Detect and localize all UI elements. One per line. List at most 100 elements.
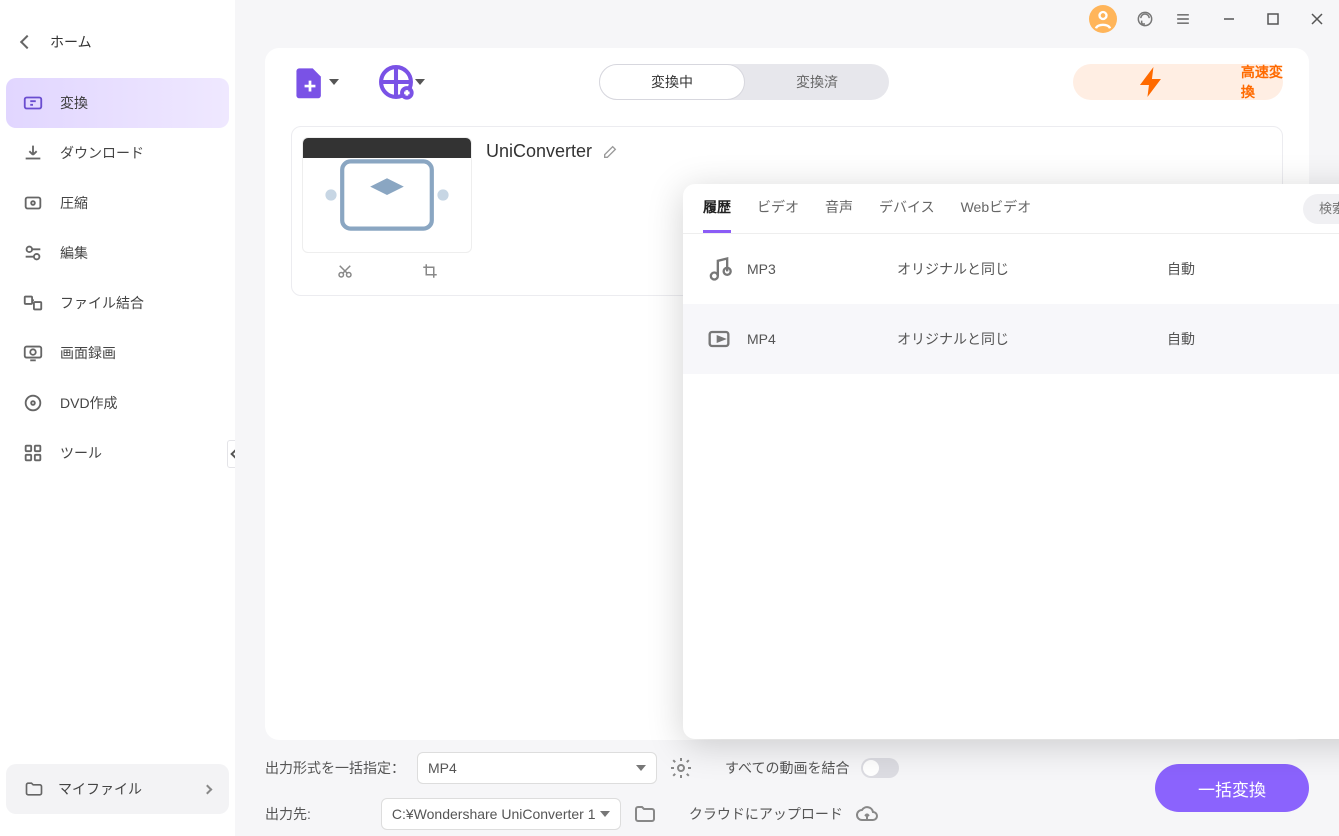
segment-converted[interactable]: 変換済 xyxy=(745,64,889,100)
segment-converting[interactable]: 変換中 xyxy=(599,64,745,100)
format-name: MP3 xyxy=(747,261,897,277)
support-icon[interactable] xyxy=(1135,9,1155,29)
format-auto: 自動 xyxy=(1167,259,1339,279)
myfile-label: マイファイル xyxy=(58,779,142,799)
cloud-upload-icon[interactable] xyxy=(855,802,879,826)
nav-record[interactable]: 画面録画 xyxy=(6,328,229,378)
nav-download[interactable]: ダウンロード xyxy=(6,128,229,178)
avatar[interactable] xyxy=(1089,5,1117,33)
format-row-mp3[interactable]: MP3 オリジナルと同じ 自動 xyxy=(683,234,1339,304)
nav-label: 編集 xyxy=(60,243,88,263)
thumbnail-tools xyxy=(302,253,472,285)
add-file-button[interactable] xyxy=(291,63,329,101)
file-meta: UniConverter xyxy=(486,137,618,285)
format-tab-web[interactable]: Webビデオ xyxy=(961,184,1032,233)
nav-compress[interactable]: 圧縮 xyxy=(6,178,229,228)
segment-label: 変換中 xyxy=(651,72,693,92)
record-icon xyxy=(22,342,44,364)
nav-label: 圧縮 xyxy=(60,193,88,213)
nav-label: 画面録画 xyxy=(60,343,116,363)
close-button[interactable] xyxy=(1309,11,1325,27)
file-title-row: UniConverter xyxy=(486,141,618,162)
dvd-icon xyxy=(22,392,44,414)
convert-icon xyxy=(22,92,44,114)
format-panel: 履歴 ビデオ 音声 デバイス Webビデオ MP3 オリジナルと同じ 自動 MP… xyxy=(683,184,1339,739)
nav-label: DVD作成 xyxy=(60,393,118,413)
cta-label: 一括変換 xyxy=(1198,776,1266,801)
add-url-icon xyxy=(377,63,415,101)
sidebar: ホーム 変換 ダウンロード 圧縮 編集 ファイル結合 画面録画 DVD作成 xyxy=(0,0,235,836)
chevron-right-icon xyxy=(203,784,213,794)
add-file-icon xyxy=(291,63,329,101)
nav-label: ツール xyxy=(60,443,102,463)
open-folder-icon[interactable] xyxy=(633,802,657,826)
output-dest-value: C:¥Wondershare UniConverter 1 xyxy=(392,806,596,822)
tab-label: 履歴 xyxy=(703,197,731,217)
format-tab-history[interactable]: 履歴 xyxy=(703,184,731,233)
output-format-label: 出力形式を一括指定： xyxy=(265,758,405,778)
placeholder-icon xyxy=(303,138,471,252)
folder-icon xyxy=(24,779,44,799)
fast-label: 高速変換 xyxy=(1241,62,1283,102)
format-search-input[interactable] xyxy=(1319,201,1339,216)
home-button[interactable]: ホーム xyxy=(0,14,235,70)
format-auto: 自動 xyxy=(1167,329,1339,349)
format-tab-device[interactable]: デバイス xyxy=(879,184,935,233)
format-name: MP4 xyxy=(747,331,897,347)
format-row-mp4[interactable]: MP4 オリジナルと同じ 自動 xyxy=(683,304,1339,374)
tools-icon xyxy=(22,442,44,464)
download-icon xyxy=(22,142,44,164)
segment-label: 変換済 xyxy=(796,72,838,92)
thumbnail-image[interactable] xyxy=(302,137,472,253)
trim-icon[interactable] xyxy=(336,262,354,280)
video-file-icon xyxy=(705,325,733,353)
format-quality: オリジナルと同じ xyxy=(897,259,1167,279)
output-dest-label: 出力先: xyxy=(265,804,311,824)
convert-all-button[interactable]: 一括変換 xyxy=(1155,764,1309,812)
merge-icon xyxy=(22,292,44,314)
cloud-label: クラウドにアップロード xyxy=(689,804,843,824)
minimize-button[interactable] xyxy=(1221,11,1237,27)
nav-tools[interactable]: ツール xyxy=(6,428,229,478)
add-url-button[interactable] xyxy=(377,63,415,101)
hamburger-icon[interactable] xyxy=(1173,9,1193,29)
output-dest-row: 出力先: C:¥Wondershare UniConverter 1 クラウドに… xyxy=(265,798,1309,830)
merge-toggle[interactable] xyxy=(861,758,899,778)
format-rows: MP3 オリジナルと同じ 自動 MP4 オリジナルと同じ 自動 xyxy=(683,234,1339,739)
file-thumbnail xyxy=(302,137,472,285)
lightning-icon xyxy=(1073,64,1231,100)
titlebar xyxy=(235,0,1339,38)
chevron-left-icon xyxy=(20,35,34,49)
format-tab-video[interactable]: ビデオ xyxy=(757,184,799,233)
edit-icon xyxy=(22,242,44,264)
tab-label: デバイス xyxy=(879,197,935,217)
chevron-down-icon xyxy=(636,765,646,771)
format-quality: オリジナルと同じ xyxy=(897,329,1167,349)
crop-icon[interactable] xyxy=(421,262,439,280)
output-format-select[interactable]: MP4 xyxy=(417,752,657,784)
fast-convert-button[interactable]: 高速変換 xyxy=(1073,64,1283,100)
settings-gear-icon[interactable] xyxy=(669,756,693,780)
format-tabs: 履歴 ビデオ 音声 デバイス Webビデオ xyxy=(683,184,1339,234)
music-note-icon xyxy=(705,255,733,283)
nav-convert[interactable]: 変換 xyxy=(6,78,229,128)
format-search xyxy=(1303,194,1339,224)
nav-edit[interactable]: 編集 xyxy=(6,228,229,278)
format-tab-audio[interactable]: 音声 xyxy=(825,184,853,233)
output-format-value: MP4 xyxy=(428,760,457,776)
nav-merge[interactable]: ファイル結合 xyxy=(6,278,229,328)
nav-label: ファイル結合 xyxy=(60,293,144,313)
maximize-button[interactable] xyxy=(1265,11,1281,27)
file-title: UniConverter xyxy=(486,141,592,162)
nav-dvd[interactable]: DVD作成 xyxy=(6,378,229,428)
nav-label: ダウンロード xyxy=(60,143,144,163)
nav-list: 変換 ダウンロード 圧縮 編集 ファイル結合 画面録画 DVD作成 ツール xyxy=(0,70,235,486)
compress-icon xyxy=(22,192,44,214)
rename-icon[interactable] xyxy=(602,144,618,160)
bottom-bar: 出力形式を一括指定： MP4 すべての動画を結合 出力先: C:¥Wonders… xyxy=(235,740,1339,836)
home-label: ホーム xyxy=(50,32,92,52)
content-toolbar: 変換中 変換済 高速変換 xyxy=(265,48,1309,116)
myfile-button[interactable]: マイファイル xyxy=(6,764,229,814)
output-dest-select[interactable]: C:¥Wondershare UniConverter 1 xyxy=(381,798,621,830)
tab-label: Webビデオ xyxy=(961,197,1032,217)
